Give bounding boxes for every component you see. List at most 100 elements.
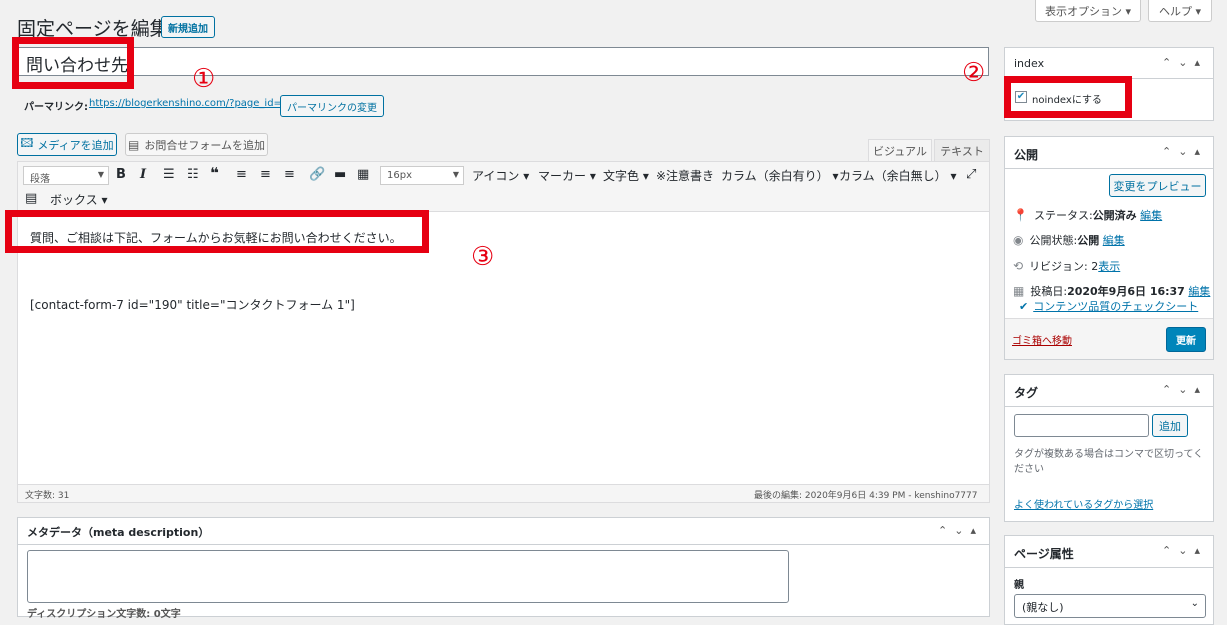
add-media-label: メディアを追加: [37, 138, 114, 152]
history-icon: ⟲: [1013, 259, 1024, 273]
bold-icon[interactable]: B: [116, 167, 126, 182]
visibility-row: ◉ 公開状態: 公開 編集: [1013, 232, 1125, 248]
chevron-down-icon: ▼: [452, 170, 459, 179]
revisions-row: ⟲ リビジョン: 2 表示: [1013, 258, 1120, 274]
text-color-dropdown[interactable]: 文字色 ▾: [603, 167, 649, 184]
column-nomargin-dropdown[interactable]: カラム（余白無し） ▾: [839, 167, 956, 184]
tab-text[interactable]: テキスト: [934, 139, 990, 161]
form-icon: ▤: [127, 137, 140, 152]
page-attr-box-header: ページ属性 ⌃⌄▴: [1005, 536, 1213, 568]
title-input[interactable]: 問い合わせ先: [17, 47, 989, 76]
add-contact-form-button[interactable]: ▤ お問合せフォームを追加: [125, 133, 268, 156]
numbered-list-icon[interactable]: ☷: [187, 167, 199, 182]
parent-select[interactable]: (親なし) ⌄: [1014, 594, 1206, 618]
annotation-box-noindex: [1004, 76, 1132, 118]
content-shortcode: [contact-form-7 id="190" title="コンタクトフォー…: [30, 298, 355, 312]
status-edit-link[interactable]: 編集: [1140, 207, 1162, 223]
box-controls[interactable]: ⌃⌄▴: [1162, 56, 1207, 69]
annotation-box-content: [5, 210, 429, 253]
format-select[interactable]: 段落 ▼: [23, 166, 109, 185]
link-icon[interactable]: 🔗: [309, 167, 325, 182]
add-media-button[interactable]: 🖾 メディアを追加: [17, 133, 117, 156]
toolbar-toggle-icon[interactable]: ▦: [357, 167, 369, 182]
chevron-down-icon: ⌄: [1190, 598, 1199, 609]
publish-box-title: 公開: [1014, 148, 1039, 162]
permalink-label: パーマリンク:: [24, 102, 88, 113]
checklist-row: ✔ コンテンツ品質のチェックシート: [1019, 298, 1198, 314]
tab-visual[interactable]: ビジュアル: [868, 139, 932, 161]
status-row: 📍 ステータス: 公開済み 編集: [1013, 207, 1162, 223]
page-attr-box-title: ページ属性: [1014, 547, 1074, 561]
index-box-header: index ⌃⌄▴: [1005, 48, 1213, 79]
italic-icon[interactable]: I: [140, 167, 146, 182]
status-label: ステータス:: [1033, 209, 1093, 222]
box-controls[interactable]: ⌃⌄▴: [1162, 383, 1207, 396]
format-select-value: 段落: [30, 174, 50, 185]
annotation-number-2: ②: [962, 58, 986, 88]
box-dropdown[interactable]: ボックス ▾: [50, 191, 107, 208]
box-icon[interactable]: ▤: [25, 191, 37, 206]
font-size-select[interactable]: 16px ▼: [380, 166, 464, 185]
marker-dropdown[interactable]: マーカー ▾: [538, 167, 596, 184]
checklist-link[interactable]: コンテンツ品質のチェックシート: [1033, 298, 1198, 314]
revisions-label: リビジョン: 2: [1029, 260, 1099, 273]
meta-description-count: ディスクリプション文字数: 0文字: [27, 609, 181, 620]
check-icon: ✔: [1019, 299, 1029, 313]
calendar-icon: ▦: [1013, 284, 1025, 298]
font-size-value: 16px: [387, 170, 412, 181]
popular-tags-link[interactable]: よく使われているタグから選択: [1014, 496, 1153, 511]
blockquote-icon[interactable]: ❝: [210, 164, 219, 182]
fullscreen-icon[interactable]: ⤢: [966, 167, 976, 182]
align-right-icon[interactable]: ≡: [284, 167, 295, 182]
visibility-label: 公開状態:: [1029, 234, 1078, 247]
visibility-value: 公開: [1077, 234, 1100, 247]
preview-changes-button[interactable]: 変更をプレビュー: [1109, 174, 1206, 197]
annotation-number-3: ③: [471, 242, 495, 272]
annotation-number-1: ①: [192, 64, 216, 94]
pin-icon: 📍: [1013, 208, 1028, 222]
meta-description-textarea[interactable]: [27, 550, 789, 603]
meta-box-header: メタデータ（meta description） ⌃⌄▴: [18, 518, 989, 545]
tags-help-text: タグが複数ある場合はコンマで区切ってください: [1014, 449, 1204, 475]
parent-label: 親: [1014, 580, 1024, 591]
index-box-title: index: [1014, 57, 1045, 70]
word-count: 文字数: 31: [25, 491, 70, 501]
add-tag-button[interactable]: 追加: [1152, 414, 1188, 437]
revisions-link[interactable]: 表示: [1098, 258, 1120, 274]
tag-input[interactable]: [1014, 414, 1149, 437]
note-button[interactable]: ※注意書き: [656, 167, 714, 184]
permalink-change-button[interactable]: パーマリンクの変更: [280, 95, 384, 117]
add-new-button[interactable]: 新規追加: [161, 16, 215, 38]
box-controls[interactable]: ⌃⌄▴: [938, 524, 983, 537]
box-controls[interactable]: ⌃⌄▴: [1162, 145, 1207, 158]
add-form-label: お問合せフォームを追加: [144, 138, 265, 152]
column-margin-dropdown[interactable]: カラム（余白有り） ▾: [721, 167, 838, 184]
published-edit-link[interactable]: 編集: [1188, 283, 1210, 299]
chevron-down-icon: ▼: [97, 170, 104, 179]
media-icon: 🖾: [20, 136, 34, 150]
parent-select-value: (親なし): [1022, 601, 1064, 614]
tags-box-title: タグ: [1014, 386, 1039, 400]
tags-box-header: タグ ⌃⌄▴: [1005, 375, 1213, 407]
published-value: 2020年9月6日 16:37: [1067, 285, 1185, 298]
annotation-box-title: [12, 37, 134, 89]
eye-icon: ◉: [1013, 233, 1024, 247]
published-row: ▦ 投稿日: 2020年9月6日 16:37 編集: [1013, 283, 1210, 299]
align-center-icon[interactable]: ≡: [260, 167, 271, 182]
last-edit-info: 最後の編集: 2020年9月6日 4:39 PM - kenshino7777: [754, 491, 978, 501]
visibility-edit-link[interactable]: 編集: [1103, 232, 1125, 248]
box-controls[interactable]: ⌃⌄▴: [1162, 544, 1207, 557]
bullet-list-icon[interactable]: ☰: [163, 167, 175, 182]
permalink-url[interactable]: https://blogerkenshino.com/?page_id=191: [89, 98, 301, 109]
icon-dropdown[interactable]: アイコン ▾: [472, 167, 529, 184]
meta-box-title: メタデータ（meta description）: [27, 526, 210, 539]
read-more-icon[interactable]: ▬: [334, 167, 346, 182]
trash-link[interactable]: ゴミ箱へ移動: [1012, 332, 1072, 347]
publish-box-header: 公開 ⌃⌄▴: [1005, 137, 1213, 169]
help-button[interactable]: ヘルプ ▾: [1148, 0, 1212, 22]
screen-options-button[interactable]: 表示オプション ▾: [1035, 0, 1141, 22]
published-label: 投稿日:: [1030, 285, 1068, 298]
update-button[interactable]: 更新: [1166, 327, 1206, 352]
status-value: 公開済み: [1092, 209, 1137, 222]
align-left-icon[interactable]: ≡: [236, 167, 247, 182]
